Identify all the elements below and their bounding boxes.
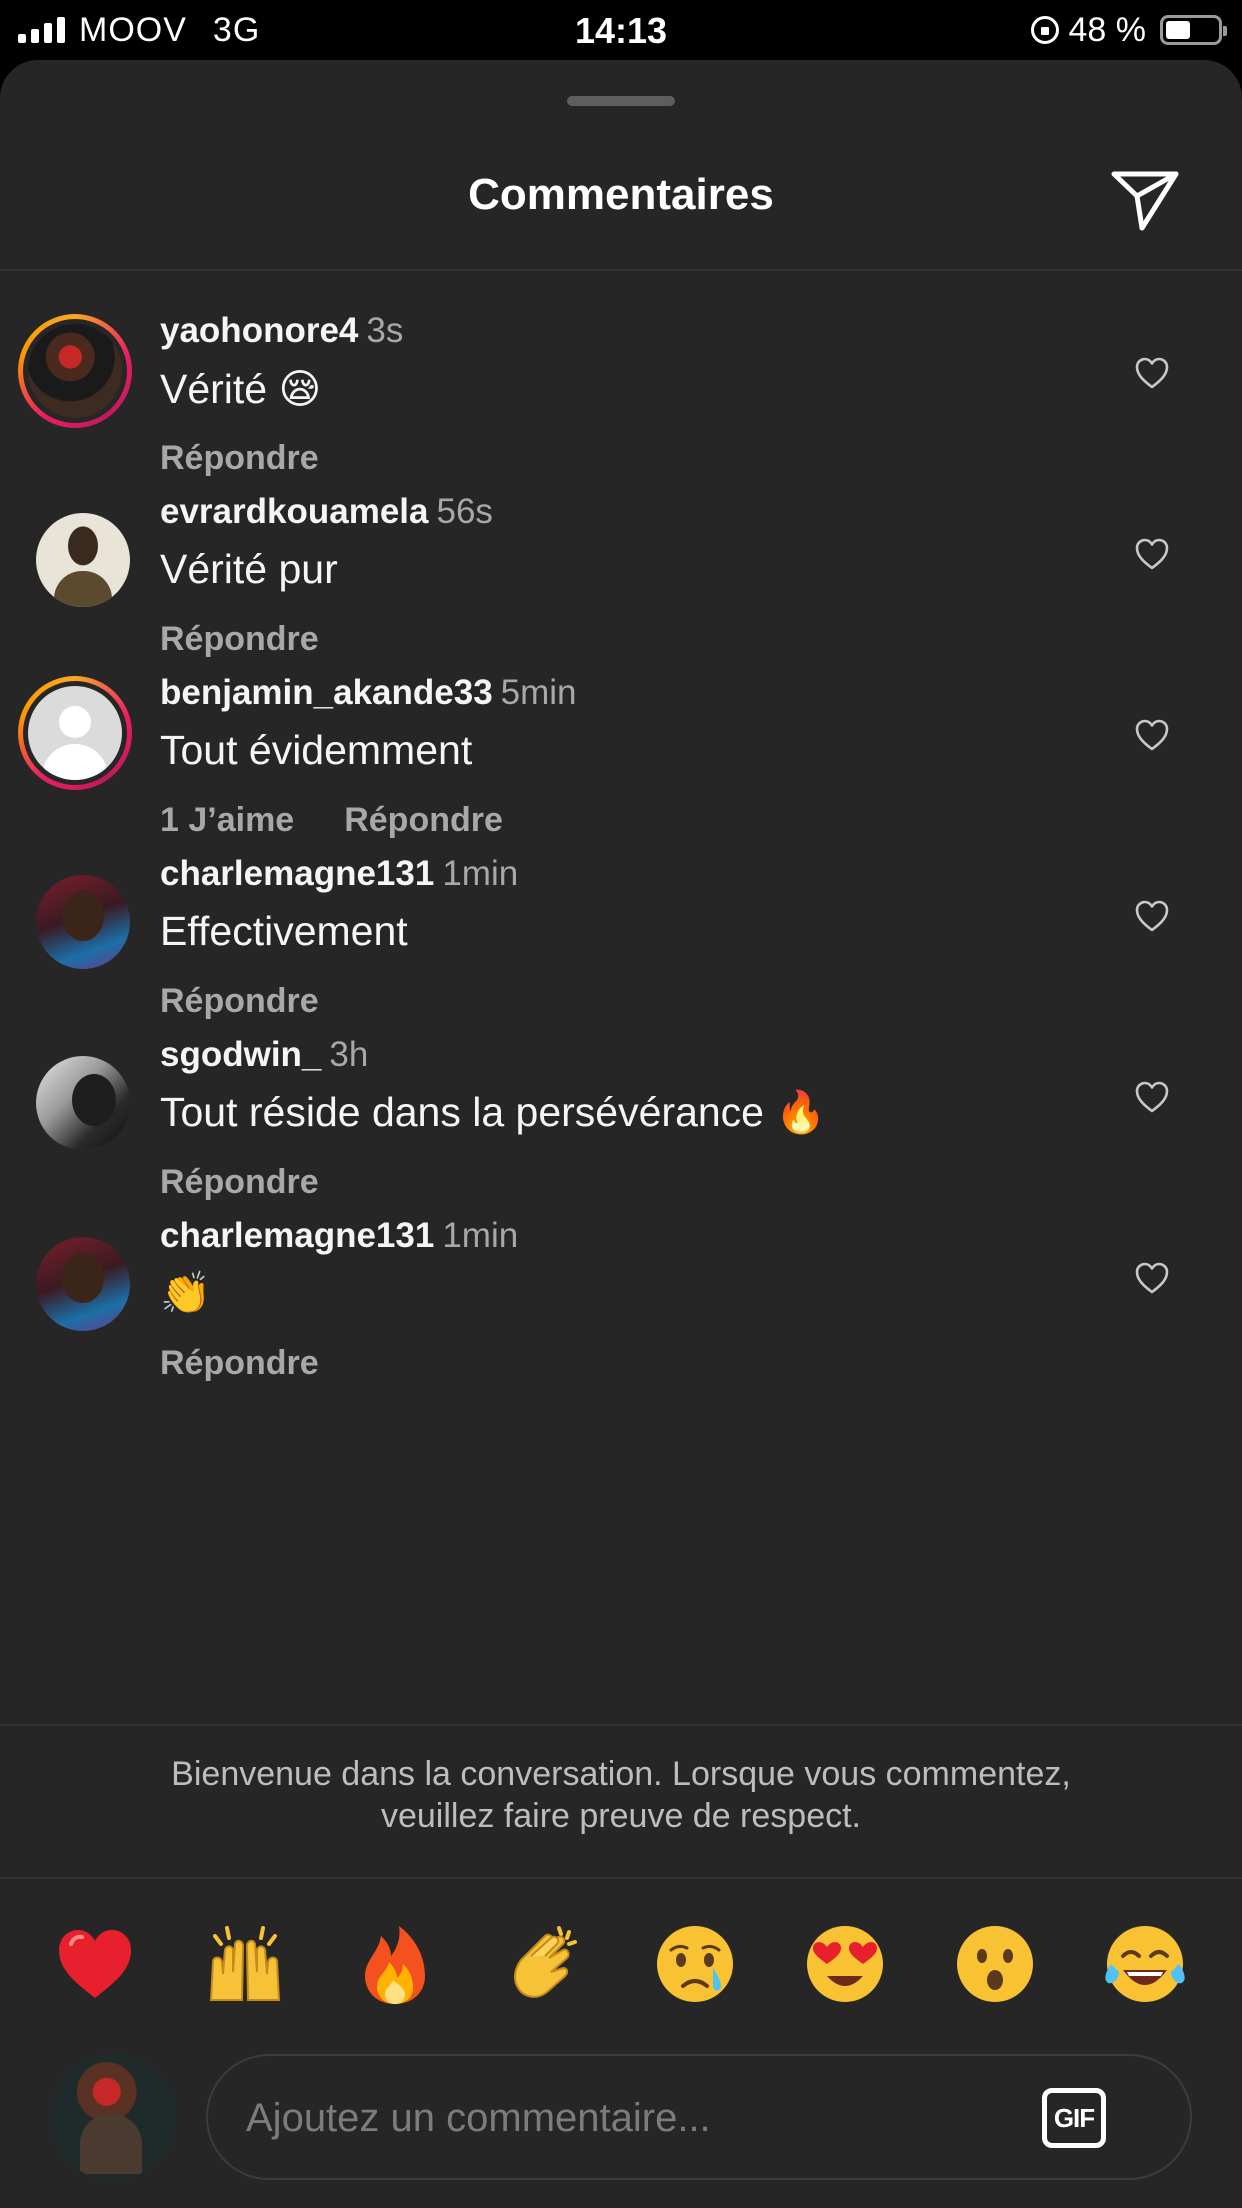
comment-username[interactable]: benjamin_akande33 bbox=[160, 673, 493, 712]
sheet-title: Commentaires bbox=[468, 170, 774, 219]
reaction-crying-face[interactable]: 😢 bbox=[651, 1920, 739, 2008]
welcome-divider-bottom bbox=[0, 1877, 1242, 1879]
heart-icon[interactable] bbox=[1134, 718, 1170, 752]
comment-time: 1min bbox=[442, 1216, 519, 1255]
reaction-tears-of-joy[interactable]: 😂 bbox=[1101, 1920, 1189, 2008]
comment-text: Tout réside dans la persévérance 🔥 bbox=[160, 1089, 827, 1135]
comment-header: sgodwin_ 3h bbox=[160, 1035, 368, 1075]
heart-icon[interactable] bbox=[1134, 1080, 1170, 1114]
reaction-heart[interactable]: ❤️ bbox=[51, 1920, 139, 2008]
comment-time: 3h bbox=[329, 1035, 369, 1074]
heart-icon[interactable] bbox=[1134, 1261, 1170, 1295]
gif-button[interactable]: GIF bbox=[1042, 2088, 1106, 2148]
avatar bbox=[36, 1056, 130, 1150]
status-right: 48 % bbox=[1030, 10, 1227, 50]
composer-avatar[interactable] bbox=[50, 2054, 176, 2180]
comment-text: 👏 bbox=[160, 1270, 212, 1316]
avatar-wrapper[interactable] bbox=[18, 1219, 132, 1333]
comments-list[interactable]: yaohonore4 3s Vérité 😪 Répondre evrardkou… bbox=[0, 271, 1242, 1784]
comment-input-box[interactable]: GIF bbox=[206, 2054, 1192, 2180]
default-avatar-icon bbox=[28, 686, 122, 780]
avatar bbox=[28, 324, 122, 418]
avatar bbox=[36, 875, 130, 969]
paper-plane-icon[interactable] bbox=[1110, 168, 1180, 234]
comment-username[interactable]: yaohonore4 bbox=[160, 311, 358, 350]
comment-text: Vérité pur bbox=[160, 546, 338, 592]
comment-text: Effectivement bbox=[160, 908, 408, 954]
comment-text: Vérité 😪 bbox=[160, 366, 322, 412]
comment-header: benjamin_akande33 5min bbox=[160, 673, 577, 713]
heart-icon[interactable] bbox=[1134, 356, 1170, 390]
comment-time: 5min bbox=[500, 673, 577, 712]
comment-username[interactable]: evrardkouamela bbox=[160, 492, 428, 531]
avatar-wrapper[interactable] bbox=[18, 857, 132, 971]
heart-icon[interactable] bbox=[1134, 899, 1170, 933]
reaction-clapping-hands[interactable]: 👏 bbox=[501, 1920, 589, 2008]
battery-fill bbox=[1166, 21, 1190, 39]
avatar-wrapper[interactable] bbox=[18, 495, 132, 609]
quick-reactions-bar: ❤️ 🙌 🔥 👏 bbox=[0, 1920, 1242, 2008]
comment-header: charlemagne131 1min bbox=[160, 854, 518, 894]
comment-actions: Répondre bbox=[160, 1344, 319, 1383]
avatar bbox=[36, 513, 130, 607]
comment-header: evrardkouamela 56s bbox=[160, 492, 493, 532]
sheet-grabber[interactable] bbox=[567, 96, 675, 106]
reaction-surprised-face[interactable]: 😮 bbox=[951, 1920, 1039, 2008]
comment-username[interactable]: sgodwin_ bbox=[160, 1035, 321, 1074]
avatar-story-ring[interactable] bbox=[18, 314, 132, 428]
welcome-divider-top bbox=[0, 1724, 1242, 1726]
avatar-wrapper[interactable] bbox=[18, 1038, 132, 1152]
rotation-lock-icon bbox=[1030, 16, 1059, 44]
comment-time: 1min bbox=[442, 854, 519, 893]
reaction-fire[interactable]: 🔥 bbox=[351, 1920, 439, 2008]
welcome-message: Bienvenue dans la conversation. Lorsque … bbox=[171, 1755, 1071, 1835]
battery-icon bbox=[1160, 15, 1227, 45]
status-bar: MOOV 3G 14:13 48 % bbox=[0, 0, 1242, 60]
comment-time: 3s bbox=[366, 311, 404, 350]
reaction-raising-hands[interactable]: 🙌 bbox=[201, 1920, 289, 2008]
comment-text: Tout évidemment bbox=[160, 727, 473, 773]
comments-sheet: Commentaires yaohonore4 3s Vérité 😪 Répon… bbox=[0, 60, 1242, 2208]
comment-header: charlemagne131 1min bbox=[160, 1216, 518, 1256]
comment-username[interactable]: charlemagne131 bbox=[160, 1216, 434, 1255]
avatar bbox=[36, 1237, 130, 1331]
comment-item: charlemagne131 1min 👏 Répondre bbox=[0, 1176, 1242, 1431]
comment-username[interactable]: charlemagne131 bbox=[160, 854, 434, 893]
comment-header: yaohonore4 3s bbox=[160, 311, 403, 351]
comment-input[interactable] bbox=[244, 2086, 1008, 2150]
reaction-heart-eyes[interactable]: 😍 bbox=[801, 1920, 889, 2008]
battery-percentage: 48 % bbox=[1068, 10, 1147, 49]
reply-button[interactable]: Répondre bbox=[160, 1344, 319, 1382]
heart-icon[interactable] bbox=[1134, 537, 1170, 571]
comment-time: 56s bbox=[436, 492, 493, 531]
avatar-story-ring[interactable] bbox=[18, 676, 132, 790]
